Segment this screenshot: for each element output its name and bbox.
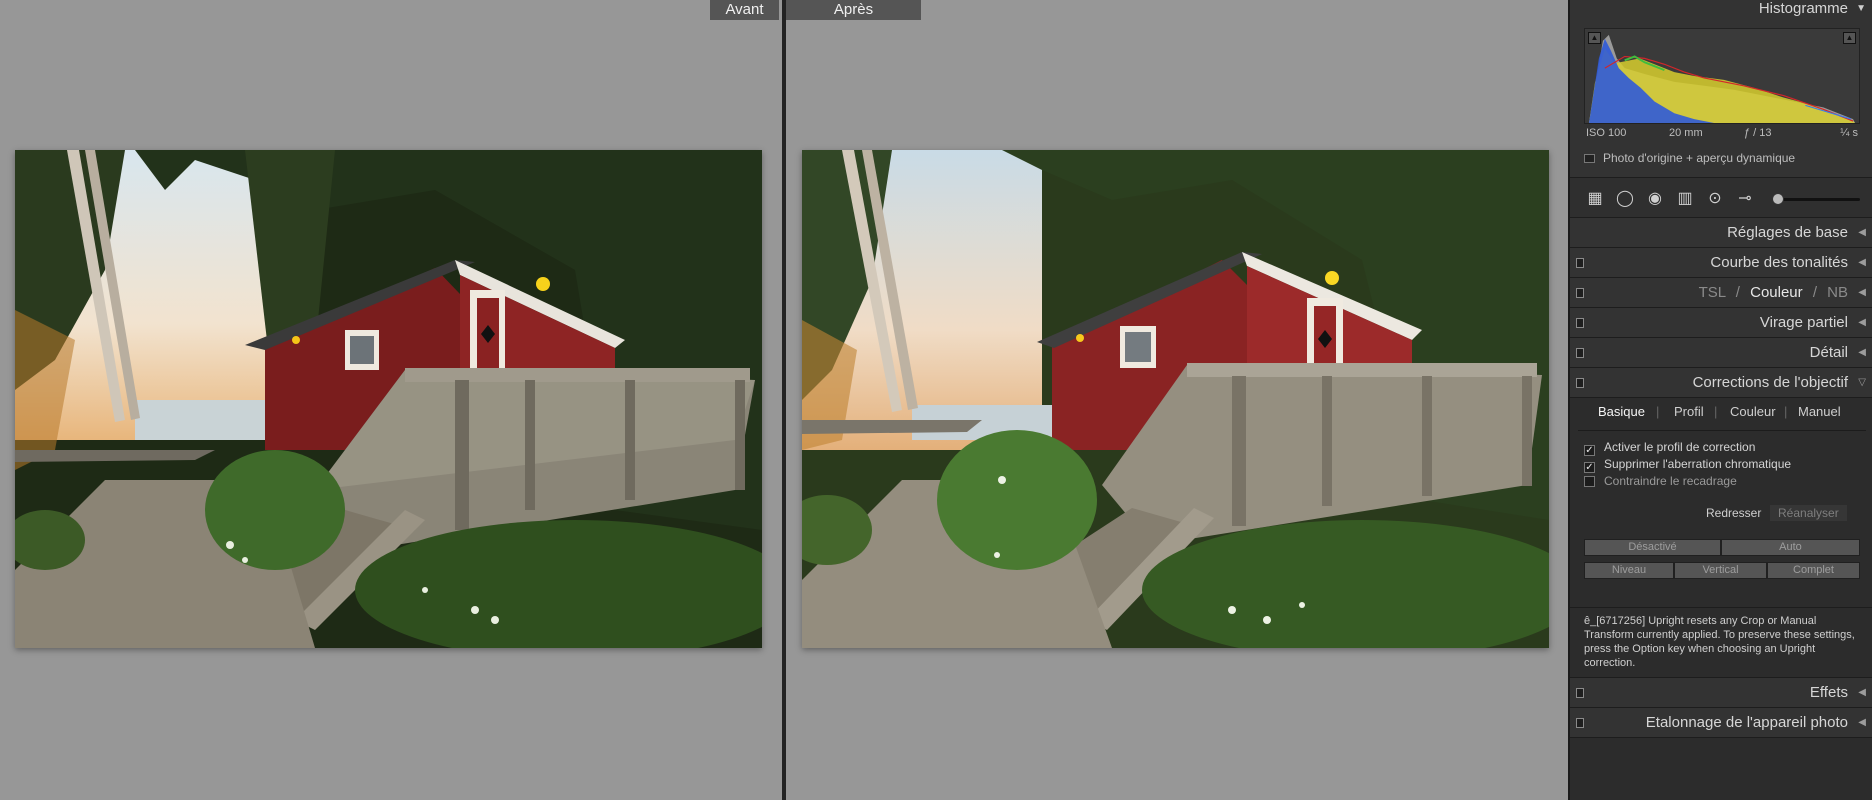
preview-checkbox[interactable] xyxy=(1584,154,1595,163)
collapse-triangle-icon[interactable]: ▼ xyxy=(1856,3,1866,14)
shadow-clipping-icon[interactable]: ▲ xyxy=(1588,32,1601,44)
histogram-section: Histogramme ▼ ▲ ▲ ISO 100 20 mm ƒ / 13 ¼… xyxy=(1570,0,1872,178)
section-toggle-icon[interactable] xyxy=(1576,288,1584,298)
upright-off-button[interactable]: Désactivé xyxy=(1584,539,1721,556)
divider xyxy=(1578,430,1866,431)
unchecked-box-icon xyxy=(1584,476,1595,487)
upright-note: ê_[6717256] Upright resets any Crop or M… xyxy=(1584,615,1855,669)
before-pane: Avant xyxy=(0,0,782,800)
upright-straighten-label: Redresser xyxy=(1706,506,1762,520)
red-eye-icon[interactable]: ◉ xyxy=(1644,189,1666,209)
after-pane: Après xyxy=(786,0,1568,800)
lightroom-develop-window: Avant Après Histogramme ▼ ▲ ▲ ISO 100 20… xyxy=(0,0,1872,800)
lens-tabs: Basique | Profil | Couleur | Manuel xyxy=(1584,404,1860,424)
exif-readout: ISO 100 20 mm ƒ / 13 ¼ s xyxy=(1584,127,1860,143)
collapse-triangle-icon: ◀ xyxy=(1858,287,1866,298)
histogram-header[interactable]: Histogramme ▼ xyxy=(1570,0,1872,22)
iso-value: ISO 100 xyxy=(1586,127,1627,139)
collapse-triangle-icon: ◀ xyxy=(1858,717,1866,728)
after-label: Après xyxy=(786,0,921,20)
crop-overlay-icon[interactable]: ▦ xyxy=(1584,189,1606,209)
collapse-triangle-icon: ◀ xyxy=(1858,347,1866,358)
after-photo[interactable] xyxy=(802,150,1549,648)
spot-removal-icon[interactable]: ◯ xyxy=(1614,189,1636,209)
tab-color[interactable]: Couleur xyxy=(1730,404,1776,419)
preview-label: Photo d'origine + aperçu dynamique xyxy=(1603,151,1796,165)
section-detail[interactable]: Détail ◀ xyxy=(1570,338,1872,368)
tool-amount-slider[interactable] xyxy=(1772,193,1860,205)
section-split-toning[interactable]: Virage partiel ◀ xyxy=(1570,308,1872,338)
histogram-graph[interactable]: ▲ ▲ xyxy=(1584,28,1860,124)
after-photo-image xyxy=(802,150,1549,648)
histogram-title: Histogramme xyxy=(1758,0,1848,17)
section-split-toning-title: Virage partiel xyxy=(1759,314,1848,331)
section-tone-curve[interactable]: Courbe des tonalités ◀ xyxy=(1570,248,1872,278)
before-photo-image xyxy=(15,150,762,648)
constrain-crop-label: Contraindre le recadrage xyxy=(1604,474,1737,488)
tab-separator: / xyxy=(1735,284,1740,301)
collapse-triangle-icon: ◀ xyxy=(1858,317,1866,328)
section-lens-corrections[interactable]: Corrections de l'objectif ▽ xyxy=(1570,368,1872,398)
section-toggle-icon[interactable] xyxy=(1576,348,1584,358)
highlight-clipping-icon[interactable]: ▲ xyxy=(1843,32,1856,44)
tab-separator: / xyxy=(1812,284,1817,301)
collapse-triangle-icon: ◀ xyxy=(1858,257,1866,268)
collapse-triangle-icon: ◀ xyxy=(1858,227,1866,238)
section-basic[interactable]: Réglages de base ◀ xyxy=(1570,218,1872,248)
tool-strip: ▦ ◯ ◉ ▥ ⊙ ⊸ xyxy=(1570,178,1872,218)
tab-separator: | xyxy=(1656,404,1660,419)
bw-tab[interactable]: NB xyxy=(1827,284,1848,301)
enable-profile-label: Activer le profil de correction xyxy=(1604,440,1756,454)
section-toggle-icon[interactable] xyxy=(1576,688,1584,698)
enable-profile-checkbox[interactable]: ✓ Activer le profil de correction xyxy=(1584,440,1755,456)
section-detail-title: Détail xyxy=(1809,344,1848,361)
lens-corrections-body: Basique | Profil | Couleur | Manuel ✓ Act… xyxy=(1570,398,1872,608)
section-tone-curve-title: Courbe des tonalités xyxy=(1710,254,1848,271)
section-hsl-title: TSL / Couleur / NB xyxy=(1699,284,1848,301)
remove-ca-checkbox[interactable]: ✓ Supprimer l'aberration chromatique xyxy=(1584,457,1791,473)
upright-note-box: ê_[6717256] Upright resets any Crop or M… xyxy=(1570,608,1872,678)
checkmark-icon: ✓ xyxy=(1584,462,1595,473)
remove-ca-label: Supprimer l'aberration chromatique xyxy=(1604,457,1792,471)
upright-full-button[interactable]: Complet xyxy=(1767,562,1860,579)
color-tab[interactable]: Couleur xyxy=(1750,284,1803,301)
adjustment-brush-icon[interactable]: ⊸ xyxy=(1734,189,1756,209)
upright-vertical-button[interactable]: Vertical xyxy=(1674,562,1767,579)
section-calibration[interactable]: Etalonnage de l'appareil photo ◀ xyxy=(1570,708,1872,738)
shutter-value: ¼ s xyxy=(1840,127,1858,139)
before-label: Avant xyxy=(710,0,779,20)
section-toggle-icon[interactable] xyxy=(1576,318,1584,328)
section-toggle-icon[interactable] xyxy=(1576,378,1584,388)
section-effects[interactable]: Effets ◀ xyxy=(1570,678,1872,708)
preview-toggle[interactable]: Photo d'origine + aperçu dynamique xyxy=(1584,151,1795,165)
slider-knob[interactable] xyxy=(1772,193,1784,205)
checkmark-icon: ✓ xyxy=(1584,445,1595,456)
reanalyze-button[interactable]: Réanalyser xyxy=(1770,505,1847,521)
histogram-curves xyxy=(1588,34,1856,123)
section-basic-title: Réglages de base xyxy=(1727,224,1848,241)
section-toggle-icon[interactable] xyxy=(1576,718,1584,728)
tab-separator: | xyxy=(1784,404,1788,419)
section-calibration-title: Etalonnage de l'appareil photo xyxy=(1645,714,1848,731)
tab-separator: | xyxy=(1714,404,1718,419)
section-lens-title: Corrections de l'objectif xyxy=(1692,374,1848,391)
tab-manual[interactable]: Manuel xyxy=(1798,404,1841,419)
section-toggle-icon[interactable] xyxy=(1576,258,1584,268)
before-photo[interactable] xyxy=(15,150,762,648)
constrain-crop-checkbox[interactable]: Contraindre le recadrage xyxy=(1584,474,1737,488)
upright-level-button[interactable]: Niveau xyxy=(1584,562,1674,579)
aperture-value: ƒ / 13 xyxy=(1744,127,1772,139)
tab-profile[interactable]: Profil xyxy=(1674,404,1704,419)
collapse-triangle-icon: ◀ xyxy=(1858,687,1866,698)
hsl-tab[interactable]: TSL xyxy=(1699,284,1726,301)
section-hsl[interactable]: TSL / Couleur / NB ◀ xyxy=(1570,278,1872,308)
upright-auto-button[interactable]: Auto xyxy=(1721,539,1860,556)
expand-triangle-icon: ▽ xyxy=(1858,377,1866,388)
graduated-filter-icon[interactable]: ▥ xyxy=(1674,189,1696,209)
develop-right-panel: Histogramme ▼ ▲ ▲ ISO 100 20 mm ƒ / 13 ¼… xyxy=(1568,0,1872,800)
tab-basic[interactable]: Basique xyxy=(1598,404,1645,419)
radial-filter-icon[interactable]: ⊙ xyxy=(1704,189,1726,209)
section-effects-title: Effets xyxy=(1809,684,1848,701)
focal-length-value: 20 mm xyxy=(1669,127,1703,139)
